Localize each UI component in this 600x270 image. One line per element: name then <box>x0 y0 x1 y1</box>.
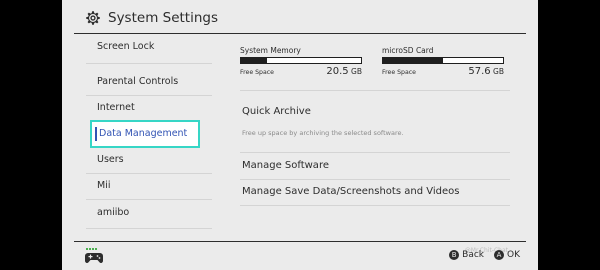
footer-actions: B Back A OK <box>449 250 520 260</box>
free-space-value: 20.5 <box>326 66 349 77</box>
storage-bar-fill <box>241 58 268 63</box>
content-divider <box>240 90 510 91</box>
sidebar-item-label: Internet <box>97 102 135 113</box>
system-memory-gauge: System Memory Free Space 20.5 GB <box>240 46 362 77</box>
quick-archive-option[interactable]: Quick Archive <box>242 106 311 117</box>
free-space-value: 57.6 <box>468 66 491 77</box>
controller-icon <box>85 248 103 263</box>
sidebar-item-mii[interactable]: Mii <box>86 173 212 199</box>
sidebar-item-data-management[interactable]: Data Management <box>90 120 200 148</box>
storage-bar-fill <box>383 58 443 63</box>
sidebar-item-internet[interactable]: Internet <box>86 95 212 121</box>
microsd-card-gauge: microSD Card Free Space 57.6 GB <box>382 46 504 77</box>
free-space-unit: GB <box>351 67 362 76</box>
sidebar-item-label: Mii <box>97 180 111 191</box>
storage-label: System Memory <box>240 46 301 55</box>
settings-screen: System Settings Screen Lock Parental Con… <box>62 0 538 270</box>
gear-icon <box>86 11 100 25</box>
free-space-unit: GB <box>493 67 504 76</box>
sidebar-item-parental-controls[interactable]: Parental Controls <box>86 69 212 95</box>
selection-indicator <box>95 127 97 141</box>
sidebar-item-label: Screen Lock <box>97 41 155 52</box>
storage-bar <box>382 57 504 64</box>
sidebar-item-label: Parental Controls <box>97 76 179 87</box>
footer-divider <box>74 241 526 242</box>
content-divider <box>240 205 510 206</box>
sidebar: Screen Lock Parental Controls Internet D… <box>86 34 212 241</box>
sidebar-item-label: Data Management <box>99 128 188 139</box>
quick-archive-description: Free up space by archiving the selected … <box>242 129 404 137</box>
content-divider <box>240 179 510 180</box>
manage-save-data-option[interactable]: Manage Save Data/Screenshots and Videos <box>242 186 459 197</box>
b-button-icon: B <box>449 250 460 260</box>
sidebar-item-label: amiibo <box>97 207 130 218</box>
a-button-icon: A <box>494 250 504 260</box>
storage-bar <box>240 57 362 64</box>
manage-software-option[interactable]: Manage Software <box>242 160 329 171</box>
free-space-label: Free Space <box>382 69 416 76</box>
back-button[interactable]: Back <box>462 250 484 260</box>
sidebar-item-screen-lock[interactable]: Screen Lock <box>86 34 212 60</box>
header: System Settings <box>62 0 538 34</box>
main-content: System Memory Free Space 20.5 GB microSD… <box>234 34 516 241</box>
sidebar-item-amiibo[interactable]: amiibo <box>86 200 212 226</box>
sidebar-divider <box>86 63 212 64</box>
free-space-label: Free Space <box>240 69 274 76</box>
sidebar-item-users[interactable]: Users <box>86 147 212 173</box>
sidebar-divider <box>86 228 212 229</box>
sidebar-item-label: Users <box>97 154 124 165</box>
page-title: System Settings <box>108 10 219 26</box>
content-divider <box>240 152 510 153</box>
ok-button[interactable]: OK <box>507 250 520 260</box>
storage-label: microSD Card <box>382 46 434 55</box>
